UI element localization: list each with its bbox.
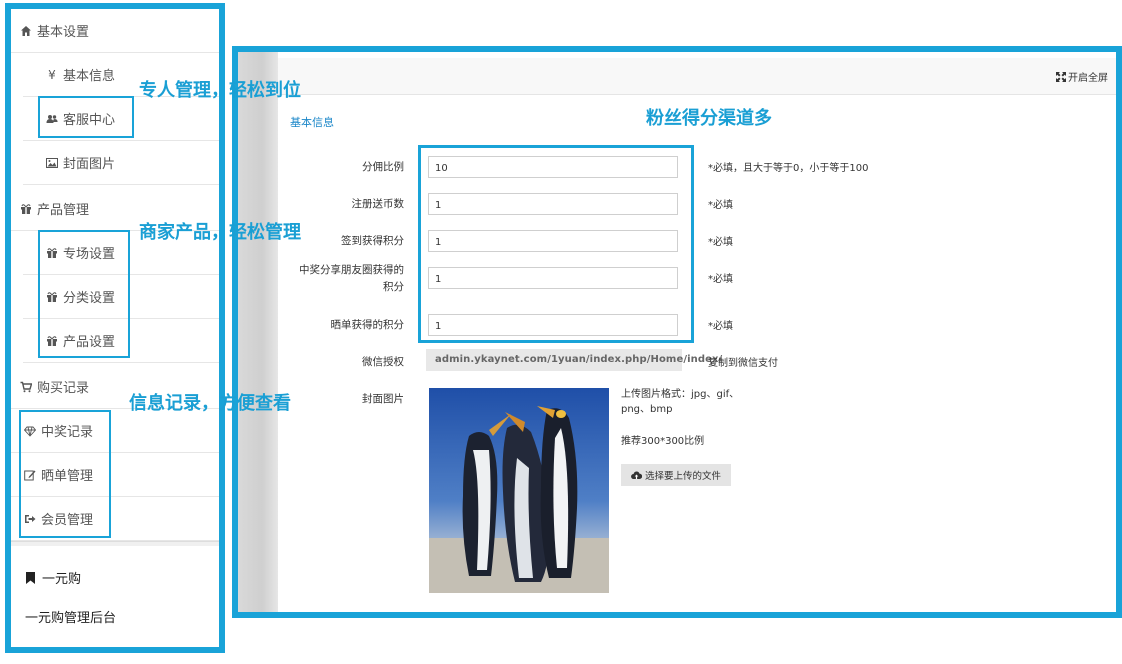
field-label-wechat-auth: 微信授权 — [362, 356, 404, 368]
cart-icon — [19, 380, 33, 394]
section-title: 基本信息 — [290, 116, 334, 129]
field-label-cover: 封面图片 — [362, 393, 404, 405]
expand-icon — [1056, 71, 1066, 82]
callout-product-management: 商家产品，轻松管理 — [139, 222, 301, 243]
field-label-commission: 分佣比例 — [362, 161, 404, 173]
cloud-upload-icon — [631, 471, 642, 479]
sidebar-item-label: 封面图片 — [63, 157, 116, 172]
wechat-auth-url[interactable]: admin.ykaynet.com/1yuan/index.php/Home/i… — [426, 349, 722, 371]
home-icon — [19, 24, 33, 38]
collapsed-sidebar-shadow — [238, 52, 278, 612]
brand-title-label: 一元购 — [42, 572, 82, 587]
sidebar-item-label: 购买记录 — [37, 381, 90, 396]
sidebar-item-label: 产品管理 — [37, 203, 90, 218]
brand-subtitle: 一元购管理后台 — [25, 611, 117, 626]
fullscreen-label: 开启全屏 — [1068, 73, 1108, 84]
field-label-share-points-line2: 积分 — [383, 281, 404, 293]
upload-format-line1: 上传图片格式：jpg、gif、 — [621, 389, 740, 400]
yen-icon: ¥ — [48, 67, 56, 82]
upload-format-note: 上传图片格式：jpg、gif、 png、bmp — [621, 387, 739, 417]
gift-icon — [19, 202, 33, 216]
copy-to-wechat-link[interactable]: 复制到微信支付 — [708, 354, 778, 369]
brand-title[interactable]: 一元购 — [25, 568, 81, 587]
checkin-points-hint: *必填 — [708, 237, 733, 248]
field-label-share-points: 中奖分享朋友圈获得的 积分 — [274, 262, 404, 296]
sidebar-item-label: 基本信息 — [63, 69, 116, 84]
field-label-share-points-line1: 中奖分享朋友圈获得的 — [299, 264, 404, 276]
upload-file-button[interactable]: 选择要上传的文件 — [621, 464, 731, 486]
cover-image-penguins — [429, 388, 609, 593]
bookmark-icon — [26, 571, 35, 584]
upload-ratio-note: 推荐300*300比例 — [621, 436, 705, 447]
upload-format-line2: png、bmp — [621, 404, 673, 415]
commission-hint: *必填，且大于等于0，小于等于100 — [708, 163, 869, 174]
callout-fan-points: 粉丝得分渠道多 — [646, 108, 772, 129]
sidebar-item-basic-settings[interactable]: 基本设置 — [11, 9, 219, 53]
showoff-points-hint: *必填 — [708, 321, 733, 332]
inputs-highlight-box — [418, 145, 694, 343]
product-submenu-highlight — [38, 230, 130, 358]
records-highlight — [19, 410, 111, 538]
field-label-showoff-points: 晒单获得的积分 — [330, 319, 405, 331]
share-points-hint: *必填 — [708, 274, 733, 285]
sidebar-item-cover-image[interactable]: 封面图片 — [23, 141, 219, 185]
register-coins-hint: *必填 — [708, 200, 733, 211]
top-bar: 开启全屏 — [278, 58, 1116, 95]
image-icon — [45, 156, 59, 170]
customer-service-highlight — [38, 96, 134, 138]
fullscreen-button[interactable]: 开启全屏 — [1056, 69, 1108, 84]
field-label-register-coins: 注册送币数 — [351, 198, 405, 210]
upload-file-label: 选择要上传的文件 — [644, 471, 721, 482]
main-panel: 开启全屏 基本信息 分佣比例 10 *必填，且大于等于0，小于等于100 注册送… — [232, 46, 1122, 618]
callout-records: 信息记录，方便查看 — [129, 393, 291, 414]
sidebar-item-label: 基本设置 — [37, 25, 90, 40]
sidebar-divider — [11, 541, 219, 546]
callout-staff-management: 专人管理，轻松到位 — [139, 80, 301, 101]
